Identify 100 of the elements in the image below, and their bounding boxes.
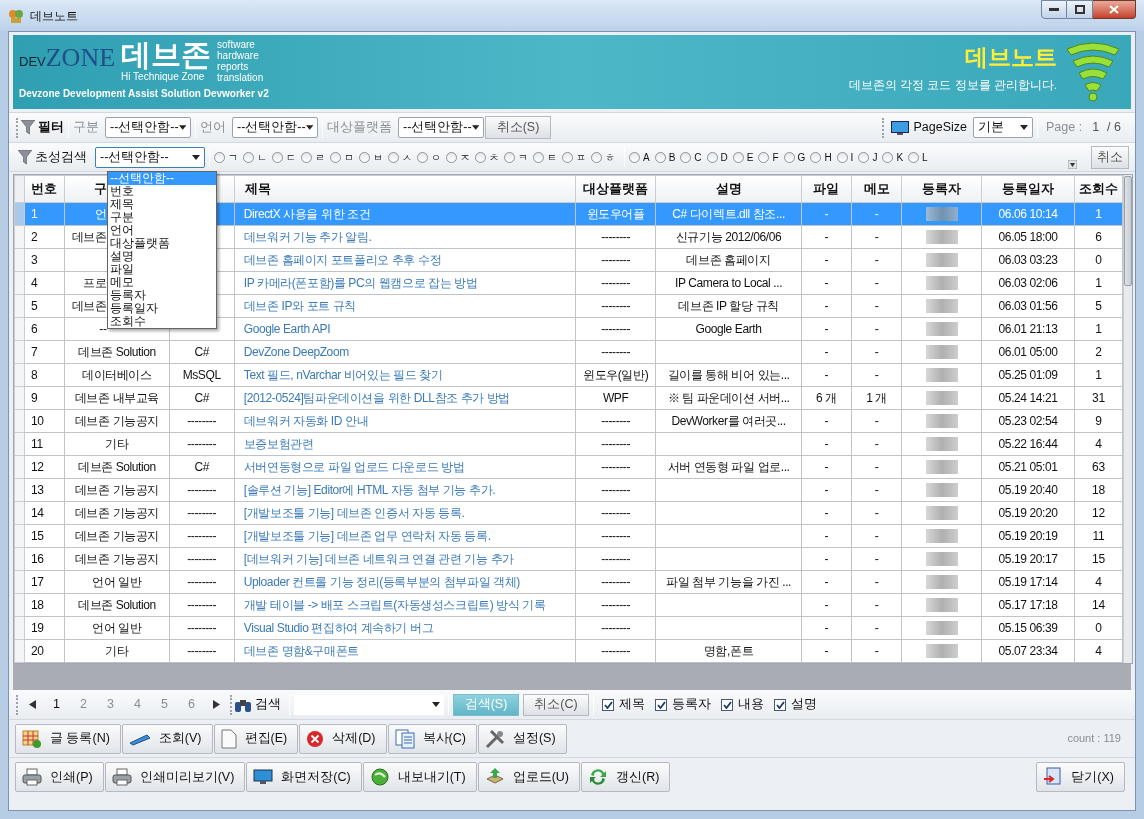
radio-button[interactable] <box>388 151 399 163</box>
dropdown-option[interactable]: 메모 <box>108 276 216 289</box>
dropdown-option[interactable]: 언어 <box>108 224 216 237</box>
radio-button[interactable] <box>301 151 312 163</box>
table-row[interactable]: 19 언어 일반 -------- Visual Studio 편집하여 계속하기 버그 -------- - - 05.15 06:39 0 <box>14 616 1123 640</box>
action-button[interactable]: 내보내기(T) <box>362 762 477 792</box>
checkbox[interactable] <box>655 698 667 711</box>
caret-icon <box>178 125 186 130</box>
checkbox[interactable] <box>721 698 733 711</box>
table-row[interactable]: 8 데이터베이스 MsSQL Text 필드, nVarchar 비어있는 필드 찾기 윈도우(일반) 길이를 통해 비어 있는... - - 05.25 01:09 1 <box>14 363 1123 387</box>
table-cell: 1 <box>1095 322 1102 336</box>
radio-button[interactable] <box>330 151 341 163</box>
radio-button[interactable] <box>836 151 848 163</box>
table-cell: - <box>824 575 829 589</box>
dropdown-field[interactable]: --선택안함-- <box>105 117 191 138</box>
action-button[interactable]: 편집(E) <box>213 723 299 754</box>
minimize-button[interactable] <box>1041 0 1067 19</box>
maximize-button[interactable] <box>1067 0 1093 19</box>
radio-button[interactable] <box>475 151 486 163</box>
dropdown-field[interactable]: 기본 <box>973 117 1033 138</box>
radio-button[interactable] <box>446 151 457 163</box>
cancel-button[interactable]: 취소(C) <box>523 693 589 716</box>
table-cell: 9 <box>31 391 38 405</box>
dropdown-option[interactable]: 설명 <box>108 250 216 263</box>
action-button[interactable]: 조회(V) <box>121 723 213 754</box>
action-button[interactable]: 인쇄미리보기(V) <box>104 762 246 792</box>
page-button[interactable]: 1 <box>43 693 70 716</box>
table-cell: C# 다이렉트.dll 참조... <box>672 207 785 221</box>
table-cell: -------- <box>187 644 217 658</box>
redacted-name-block <box>925 345 958 359</box>
table-row[interactable]: 11 기타 -------- 보증보험관련 -------- - - 05.22 16:44 4 <box>14 432 1123 456</box>
column-header[interactable]: 구 <box>93 181 107 196</box>
radio-button[interactable] <box>858 151 870 163</box>
radio-button[interactable] <box>732 151 744 163</box>
action-button[interactable]: 설정(S) <box>477 723 567 754</box>
dropdown-option[interactable]: 구분 <box>108 211 216 224</box>
table-row[interactable]: 15 데브존 기능공지 -------- [개발보조툴 기능] 데브존 업무 연락처 자동 등록. -------- - - 05.19 20:19 11 <box>14 524 1123 548</box>
dropdown-option[interactable]: 조회수 <box>108 315 216 328</box>
table-cell: WPF <box>602 391 629 405</box>
table-cell: [개발보조툴 기능] 데브존 업무 연락처 자동 등록. <box>243 529 491 543</box>
table-row[interactable]: 14 데브존 기능공지 -------- [개발보조툴 기능] 데브존 인증서 자동 등록. -------- - - 05.19 20:20 12 <box>14 501 1123 525</box>
dropdown-field[interactable]: --선택안함-- <box>398 117 484 138</box>
close-button[interactable] <box>1093 0 1136 19</box>
radio-button[interactable] <box>882 151 894 163</box>
search-field[interactable] <box>294 694 444 715</box>
radio-button[interactable] <box>654 151 666 163</box>
radio-button[interactable] <box>591 151 602 163</box>
action-button[interactable]: 복사(C) <box>387 723 477 754</box>
radio-button[interactable] <box>562 151 573 163</box>
action-button[interactable]: 삭제(D) <box>299 723 387 754</box>
dropdown-option[interactable]: 번호 <box>108 185 216 198</box>
table-cell: C# <box>194 391 209 405</box>
table-row[interactable]: 18 데브존 Solution -------- 개발 테이블 -> 배포 스크립트(자동생성스크립트) 방식 기록 -------- - - 05.17 17:18 14 <box>14 593 1123 617</box>
close-button[interactable]: 닫기(X) <box>1036 762 1125 792</box>
action-button[interactable]: 글 등록(N) <box>15 723 121 754</box>
radio-button[interactable] <box>214 151 225 163</box>
table-row[interactable]: 17 언어 일반 -------- Uploader 컨트롤 기능 정리(등록부분의 첨부파일 객체) -------- 파일 첨부 기능을 가진 ... - - 05.19 17:14 4 <box>14 570 1123 594</box>
table-row[interactable]: 9 데브존 내부교육 C# [2012-0524]팀파운데이션을 위한 DLL참조 추가 방법 WPF ※ 팀 파운데이션 서버... 6 개 1 개 05.24 14:21 31 <box>14 386 1123 410</box>
radio-button[interactable] <box>272 151 283 163</box>
cancel-button[interactable]: 취소(S) <box>485 116 551 139</box>
radio-button[interactable] <box>758 151 770 163</box>
scrollbar[interactable] <box>1123 175 1132 663</box>
column-header[interactable]: 제목 <box>244 181 271 196</box>
redacted-name-block <box>925 299 958 313</box>
table-cell: -------- <box>187 575 217 589</box>
cancel-button[interactable]: 취소 <box>1091 145 1129 169</box>
action-button[interactable]: 화면저장(C) <box>246 762 362 792</box>
action-button[interactable]: 업로드(U) <box>477 762 581 792</box>
table-row[interactable]: 20 기타 -------- 데브존 명함&구매폰트 -------- 명함,폰트 - - 05.07 23:34 4 <box>14 639 1123 663</box>
table-row[interactable]: 7 데브존 Solution C# DevZone DeepZoom -------- - - 06.01 05:00 2 <box>14 340 1123 364</box>
dropdown-option[interactable]: 대상플랫폼 <box>108 237 216 250</box>
radio-button[interactable] <box>783 151 795 163</box>
table-cell: - <box>874 368 879 382</box>
checkbox[interactable] <box>774 698 786 711</box>
dropdown-field[interactable]: --선택안함-- <box>95 146 205 168</box>
radio-button[interactable] <box>243 151 254 163</box>
table-cell: 기타 <box>105 437 129 451</box>
table-row[interactable]: 16 데브존 기능공지 -------- [데브워커 기능] 데브존 네트워크 연결 관련 기능 추가 -------- - - 05.19 20:17 15 <box>14 547 1123 571</box>
action-button[interactable]: 갱신(R) <box>581 762 671 792</box>
table-row[interactable]: 12 데브존 Solution C# 서버연동형으로 파일 업로드 다운로드 방법 -------- 서버 연동형 파일 업로... - - 05.21 05:01 63 <box>14 455 1123 479</box>
dropdown-option[interactable]: 등록일자 <box>108 302 216 315</box>
checkbox[interactable] <box>602 698 614 711</box>
table-row[interactable]: 13 데브존 기능공지 -------- [솔루션 기능] Editor에 HTML 자동 첨부 기능 추가. -------- - - 05.19 20:40 18 <box>14 478 1123 502</box>
action-button[interactable]: 인쇄(P) <box>15 762 104 792</box>
table-cell: - <box>874 644 879 658</box>
table-cell: 05.17 17:18 <box>998 598 1058 612</box>
table-row[interactable]: 10 데브존 기능공지 -------- 데브워커 자동화 ID 안내 -------- DevWorker를 여러곳... - - 05.23 02:54 9 <box>14 409 1123 433</box>
radio-button[interactable] <box>533 151 544 163</box>
radio-button[interactable] <box>908 151 920 163</box>
radio-button[interactable] <box>810 151 822 163</box>
table-cell: -------- <box>601 506 631 520</box>
radio-button[interactable] <box>417 151 428 163</box>
documents-icon <box>394 728 415 749</box>
radio-button[interactable] <box>680 151 692 163</box>
radio-button[interactable] <box>629 151 640 163</box>
radio-button[interactable] <box>359 151 370 163</box>
radio-button[interactable] <box>504 151 515 163</box>
dropdown-field[interactable]: --선택안함-- <box>232 117 318 138</box>
column-header[interactable]: 설명 <box>715 181 742 196</box>
radio-button[interactable] <box>706 151 718 163</box>
